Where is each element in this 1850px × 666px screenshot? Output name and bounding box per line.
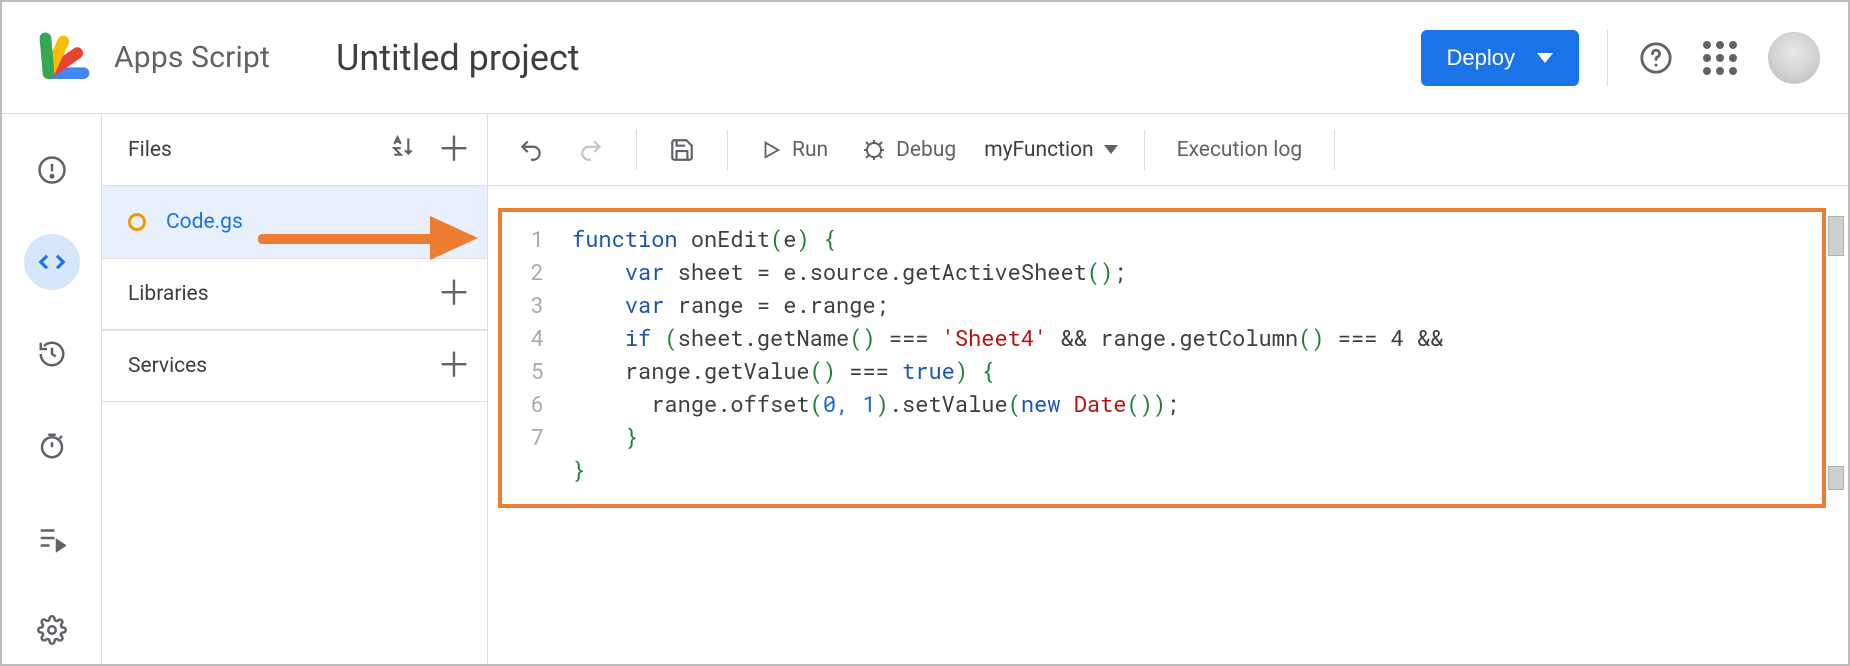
run-button[interactable]: Run [754,132,834,168]
app-window: Apps Script Untitled project Deploy [0,0,1850,666]
chevron-down-icon [1537,53,1553,63]
unsaved-dot-icon [128,213,146,231]
apps-grid-icon[interactable] [1700,38,1740,78]
rail-editor-icon[interactable] [24,234,80,290]
redo-button[interactable] [572,131,610,169]
main: Run Debug myFunction Execution log [488,114,1848,664]
code-editor[interactable]: 1234567 function onEdit(e) { var sheet =… [498,208,1826,508]
header: Apps Script Untitled project Deploy [2,2,1848,114]
chevron-down-icon [1104,145,1118,154]
undo-button[interactable] [512,131,550,169]
brand-block: Apps Script [38,30,270,86]
avatar[interactable] [1768,32,1820,84]
debug-button[interactable]: Debug [856,132,962,168]
rail-executions-icon[interactable] [24,510,80,566]
services-label: Services [128,354,437,378]
rail-history-icon[interactable] [24,326,80,382]
run-label: Run [792,138,828,162]
apps-script-logo-icon [38,30,94,86]
sidebar-file-code-gs[interactable]: Code.gs [102,186,487,258]
minimap-scrub[interactable] [1828,466,1844,490]
sidebar: Files ＋ Code.gs Libraries ＋ Services ＋ [102,114,488,664]
execution-log-button[interactable]: Execution log [1171,132,1309,168]
help-icon[interactable] [1636,38,1676,78]
rail-settings-icon[interactable] [24,602,80,658]
sort-az-icon[interactable] [391,133,417,167]
brand-name: Apps Script [114,40,270,75]
left-rail [2,114,102,664]
deploy-label: Deploy [1447,45,1515,71]
line-gutter: 1234567 [502,212,554,504]
file-name: Code.gs [166,210,243,234]
rail-triggers-icon[interactable] [24,418,80,474]
editor-area: 1234567 function onEdit(e) { var sheet =… [488,186,1848,664]
add-library-icon[interactable]: ＋ [437,277,471,311]
debug-label: Debug [896,138,956,162]
execution-log-label: Execution log [1177,138,1303,162]
save-button[interactable] [663,131,701,169]
sidebar-libraries-header: Libraries ＋ [102,258,487,330]
function-selector[interactable]: myFunction [984,138,1117,162]
deploy-button[interactable]: Deploy [1421,30,1579,86]
sidebar-files-header: Files ＋ [102,114,487,186]
project-title[interactable]: Untitled project [336,37,580,79]
divider [1607,30,1608,86]
minimap-scrub[interactable] [1828,216,1844,256]
libraries-label: Libraries [128,282,437,306]
code-content[interactable]: function onEdit(e) { var sheet = e.sourc… [554,212,1822,504]
add-file-icon[interactable]: ＋ [437,133,471,167]
function-name: myFunction [984,138,1093,162]
editor-toolbar: Run Debug myFunction Execution log [488,114,1848,186]
files-label: Files [128,138,391,162]
sidebar-services-header: Services ＋ [102,330,487,402]
add-service-icon[interactable]: ＋ [437,349,471,383]
rail-overview-icon[interactable] [24,142,80,198]
